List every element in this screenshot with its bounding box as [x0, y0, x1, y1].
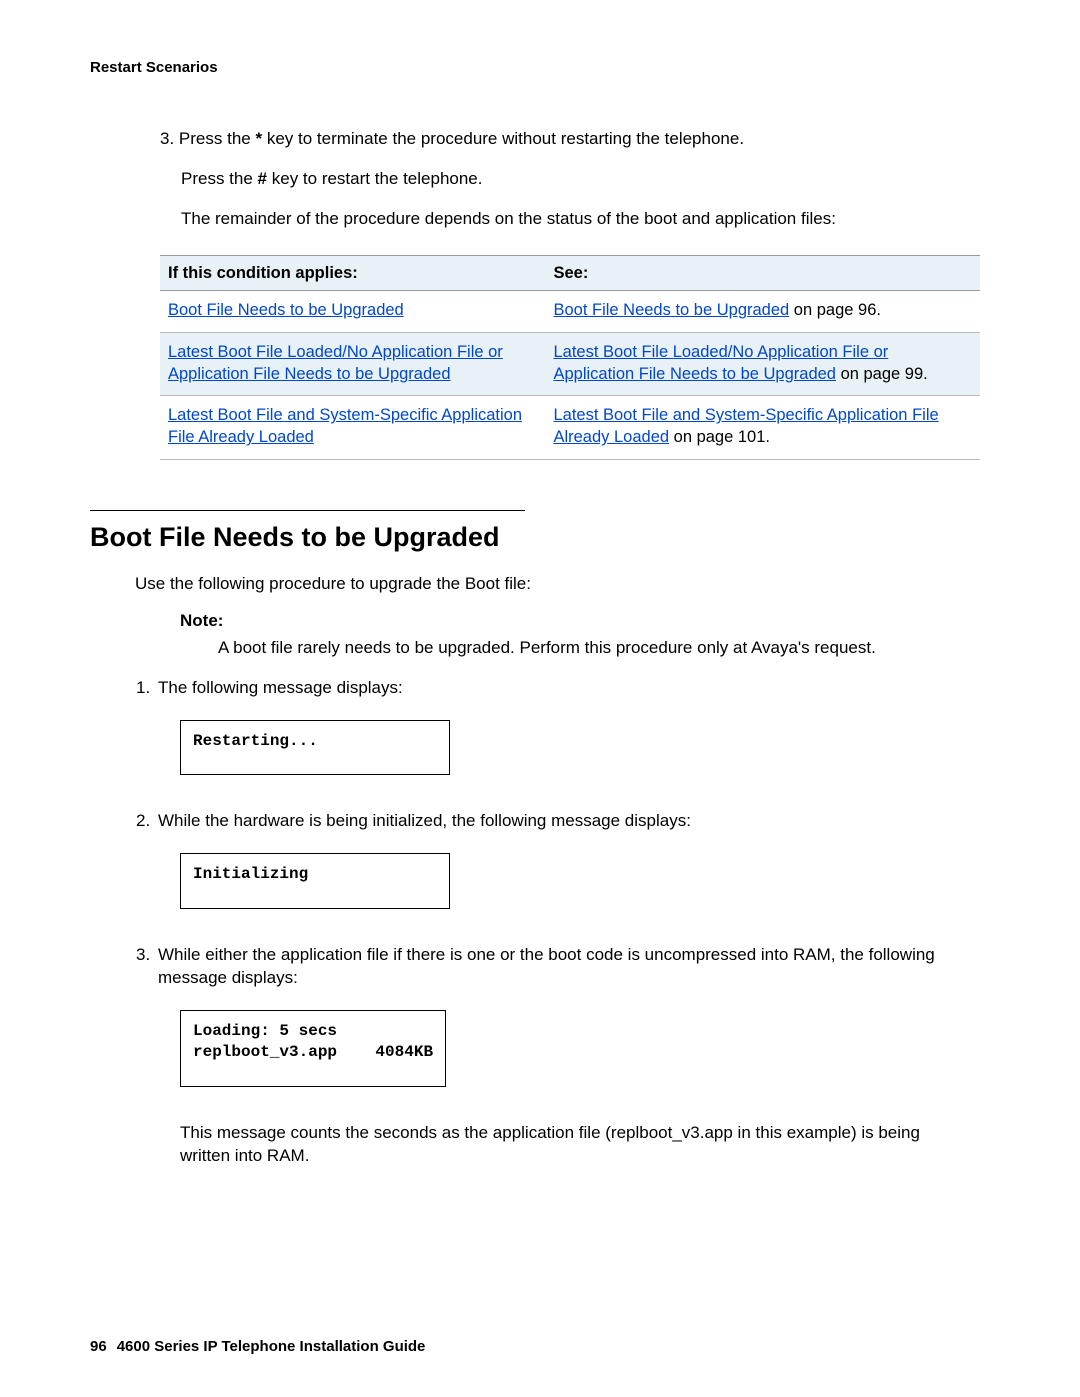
- see-link[interactable]: Boot File Needs to be Upgraded: [553, 301, 789, 319]
- display-box-initializing: Initializing: [180, 853, 450, 909]
- step-3-line-2: Press the # key to restart the telephone…: [181, 168, 980, 191]
- section-intro: Use the following procedure to upgrade t…: [135, 573, 990, 596]
- step-number: 3.: [160, 129, 174, 148]
- step-text: While either the application file if the…: [158, 945, 935, 987]
- text: key to restart the telephone.: [267, 169, 482, 188]
- running-header: Restart Scenarios: [90, 58, 990, 78]
- condition-table: If this condition applies: See: Boot Fil…: [160, 255, 980, 460]
- page-number: 96: [90, 1338, 107, 1355]
- note-body: A boot file rarely needs to be upgraded.…: [218, 637, 970, 660]
- note-label: Note:: [180, 610, 990, 633]
- text: Press the: [179, 129, 256, 148]
- table-header-condition: If this condition applies:: [160, 256, 545, 291]
- post-box-paragraph: This message counts the seconds as the a…: [180, 1122, 970, 1168]
- step-text: While the hardware is being initialized,…: [158, 811, 691, 830]
- section-heading: Boot File Needs to be Upgraded: [90, 519, 990, 555]
- display-box-loading: Loading: 5 secs replboot_v3.app 4084KB: [180, 1010, 446, 1087]
- display-box-restarting: Restarting...: [180, 720, 450, 776]
- condition-link[interactable]: Latest Boot File Loaded/No Application F…: [168, 343, 503, 383]
- step-number: 2.: [136, 810, 158, 833]
- step-3-block: 3. Press the * key to terminate the proc…: [160, 128, 980, 459]
- footer-title: 4600 Series IP Telephone Installation Gu…: [117, 1338, 426, 1355]
- step-3-line-1: 3. Press the * key to terminate the proc…: [160, 128, 980, 151]
- step-number: 3.: [136, 944, 158, 967]
- condition-link[interactable]: Latest Boot File and System-Specific App…: [168, 406, 522, 446]
- key-hash: #: [258, 169, 267, 188]
- step-text: The following message displays:: [158, 678, 403, 697]
- table-row: Latest Boot File and System-Specific App…: [160, 396, 980, 460]
- procedure-step-3: 3.While either the application file if t…: [158, 944, 970, 990]
- text: key to terminate the procedure without r…: [262, 129, 744, 148]
- see-suffix: on page 99.: [836, 365, 928, 383]
- table-row: Latest Boot File Loaded/No Application F…: [160, 332, 980, 396]
- page-footer: 96 4600 Series IP Telephone Installation …: [90, 1337, 425, 1357]
- document-page: Restart Scenarios 3. Press the * key to …: [0, 0, 1080, 1397]
- table-header-see: See:: [545, 256, 980, 291]
- step-number: 1.: [136, 677, 158, 700]
- step-3-line-3: The remainder of the procedure depends o…: [181, 208, 980, 231]
- table-row: Boot File Needs to be Upgraded Boot File…: [160, 291, 980, 332]
- section-divider: [90, 510, 525, 511]
- procedure-step-1: 1.The following message displays:: [158, 677, 970, 700]
- procedure-step-2: 2.While the hardware is being initialize…: [158, 810, 970, 833]
- condition-link[interactable]: Boot File Needs to be Upgraded: [168, 301, 404, 319]
- see-suffix: on page 96.: [789, 301, 881, 319]
- see-suffix: on page 101.: [669, 428, 770, 446]
- text: Press the: [181, 169, 258, 188]
